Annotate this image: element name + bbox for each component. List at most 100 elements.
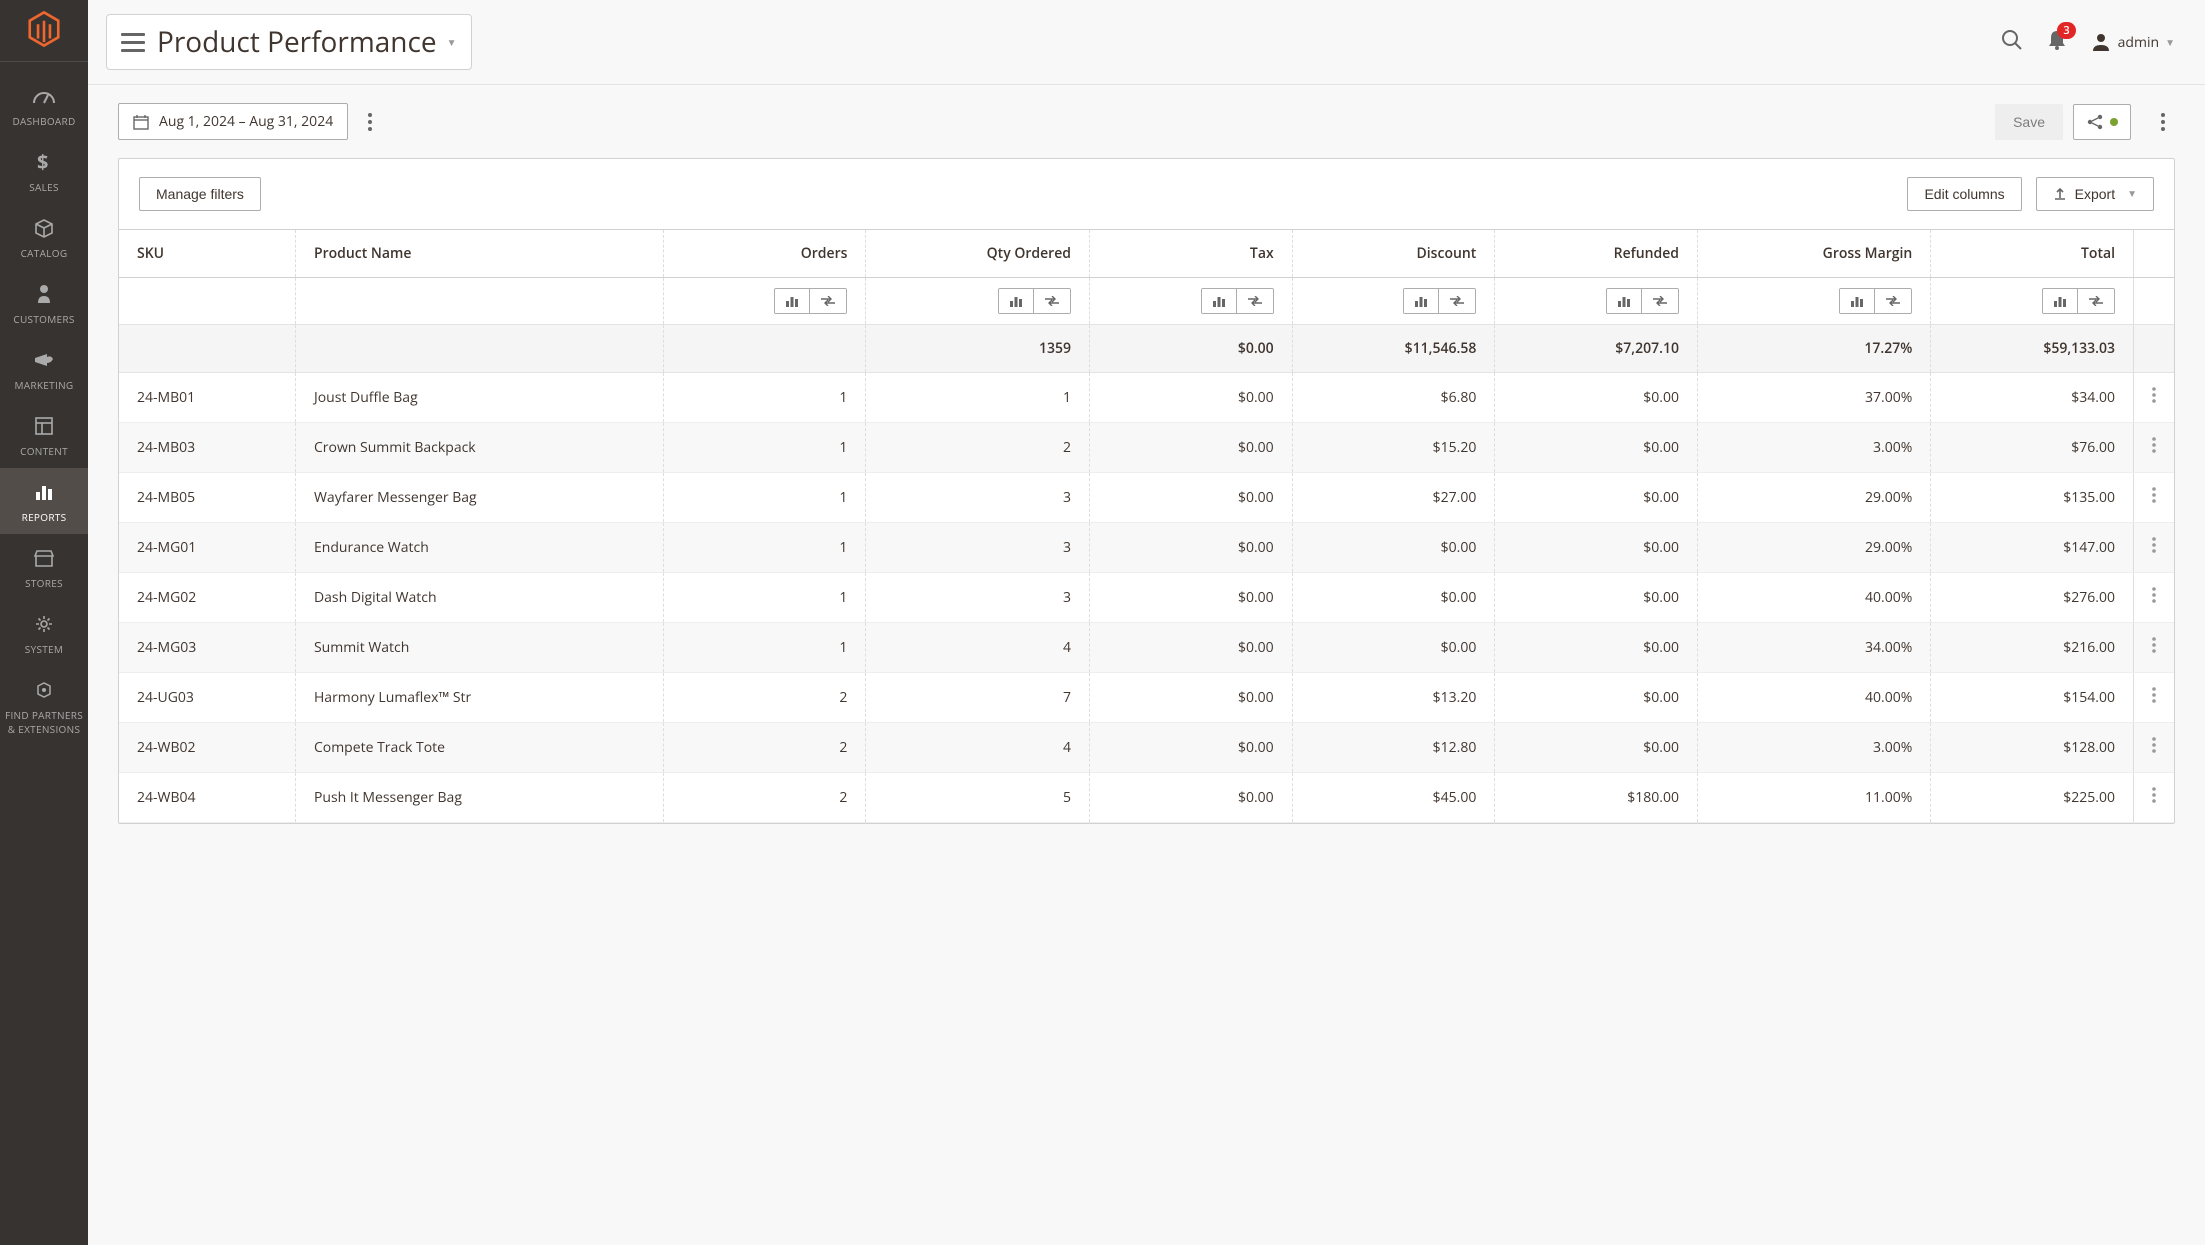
sidebar-item-sales[interactable]: $ SALES — [0, 138, 88, 204]
bar-chart-icon[interactable] — [2043, 289, 2077, 313]
row-kebab-icon[interactable] — [2152, 739, 2156, 758]
cell-tax: $0.00 — [1090, 423, 1293, 473]
bar-chart-icon[interactable] — [775, 289, 809, 313]
sidebar-item-catalog[interactable]: CATALOG — [0, 204, 88, 270]
cell-margin: 34.00% — [1697, 623, 1930, 673]
magento-logo[interactable] — [0, 12, 88, 62]
date-range-picker[interactable]: Aug 1, 2024 – Aug 31, 2024 — [118, 103, 348, 140]
cell-refunded: $0.00 — [1495, 623, 1698, 673]
cell-orders: 2 — [663, 673, 866, 723]
cell-tax: $0.00 — [1090, 673, 1293, 723]
col-name[interactable]: Product Name — [295, 230, 663, 278]
cell-margin: 29.00% — [1697, 473, 1930, 523]
cell-orders: 1 — [663, 623, 866, 673]
sidebar-item-system[interactable]: SYSTEM — [0, 600, 88, 666]
status-dot — [2110, 118, 2118, 126]
compare-icon[interactable] — [809, 289, 846, 313]
user-label: admin — [2118, 33, 2159, 52]
row-kebab-icon[interactable] — [2152, 589, 2156, 608]
sidebar-item-customers[interactable]: CUSTOMERS — [0, 270, 88, 336]
hamburger-icon[interactable] — [121, 30, 145, 54]
row-kebab-icon[interactable] — [2152, 489, 2156, 508]
kebab-icon[interactable] — [358, 107, 382, 137]
cell-sku: 24-MG03 — [119, 623, 295, 673]
cell-refunded: $0.00 — [1495, 723, 1698, 773]
cell-refunded: $0.00 — [1495, 673, 1698, 723]
chart-toggle[interactable] — [2042, 288, 2115, 314]
bar-chart-icon[interactable] — [1840, 289, 1874, 313]
col-margin[interactable]: Gross Margin — [1697, 230, 1930, 278]
bar-chart-icon[interactable] — [1404, 289, 1438, 313]
col-discount[interactable]: Discount — [1292, 230, 1495, 278]
user-menu[interactable]: admin ▼ — [2090, 31, 2175, 53]
cell-sku: 24-MB01 — [119, 373, 295, 423]
cell-discount: $6.80 — [1292, 373, 1495, 423]
sidebar-item-stores[interactable]: STORES — [0, 534, 88, 600]
cell-tax: $0.00 — [1090, 473, 1293, 523]
totals-qty: 1359 — [866, 325, 1090, 373]
cell-qty: 4 — [866, 723, 1090, 773]
bar-chart-icon[interactable] — [999, 289, 1033, 313]
chart-toggle[interactable] — [1606, 288, 1679, 314]
row-kebab-icon[interactable] — [2152, 689, 2156, 708]
page-title-dropdown[interactable]: Product Performance ▼ — [106, 14, 472, 70]
edit-columns-button[interactable]: Edit columns — [1907, 177, 2021, 211]
chevron-down-icon: ▼ — [2165, 35, 2175, 49]
cell-sku: 24-MB03 — [119, 423, 295, 473]
cell-total: $225.00 — [1931, 773, 2134, 823]
col-refunded[interactable]: Refunded — [1495, 230, 1698, 278]
compare-icon[interactable] — [1033, 289, 1070, 313]
cell-name: Crown Summit Backpack — [295, 423, 663, 473]
cell-total: $135.00 — [1931, 473, 2134, 523]
col-total[interactable]: Total — [1931, 230, 2134, 278]
cell-qty: 5 — [866, 773, 1090, 823]
col-sku[interactable]: SKU — [119, 230, 295, 278]
cell-discount: $12.80 — [1292, 723, 1495, 773]
sidebar-item-reports[interactable]: REPORTS — [0, 468, 88, 534]
export-button[interactable]: Export ▼ — [2036, 177, 2154, 211]
cell-refunded: $0.00 — [1495, 473, 1698, 523]
chevron-down-icon: ▼ — [447, 35, 457, 49]
notifications-badge: 3 — [2057, 22, 2075, 39]
cell-tax: $0.00 — [1090, 623, 1293, 673]
cell-orders: 2 — [663, 723, 866, 773]
chart-toggle[interactable] — [1201, 288, 1274, 314]
search-icon[interactable] — [2000, 28, 2024, 57]
sidebar-item-marketing[interactable]: MARKETING — [0, 336, 88, 402]
report-toolbar: Aug 1, 2024 – Aug 31, 2024 Save — [88, 85, 2205, 158]
share-button[interactable] — [2073, 104, 2131, 140]
cell-discount: $0.00 — [1292, 573, 1495, 623]
compare-icon[interactable] — [1438, 289, 1475, 313]
compare-icon[interactable] — [1236, 289, 1273, 313]
compare-icon[interactable] — [1874, 289, 1911, 313]
megaphone-icon — [4, 346, 84, 374]
chart-toggle[interactable] — [1839, 288, 1912, 314]
table-row: 24-MB05Wayfarer Messenger Bag13$0.00$27.… — [119, 473, 2174, 523]
row-kebab-icon[interactable] — [2152, 639, 2156, 658]
kebab-icon[interactable] — [2151, 107, 2175, 137]
col-qty[interactable]: Qty Ordered — [866, 230, 1090, 278]
report-table: SKU Product Name Orders Qty Ordered Tax … — [119, 229, 2174, 823]
save-button[interactable]: Save — [1995, 104, 2063, 140]
manage-filters-button[interactable]: Manage filters — [139, 177, 261, 211]
sidebar-item-dashboard[interactable]: DASHBOARD — [0, 72, 88, 138]
bar-chart-icon[interactable] — [1202, 289, 1236, 313]
row-kebab-icon[interactable] — [2152, 389, 2156, 408]
col-tax[interactable]: Tax — [1090, 230, 1293, 278]
compare-icon[interactable] — [2077, 289, 2114, 313]
row-kebab-icon[interactable] — [2152, 789, 2156, 808]
row-kebab-icon[interactable] — [2152, 439, 2156, 458]
row-kebab-icon[interactable] — [2152, 539, 2156, 558]
cell-sku: 24-MG02 — [119, 573, 295, 623]
notifications-icon[interactable]: 3 — [2046, 28, 2068, 57]
sidebar-item-content[interactable]: CONTENT — [0, 402, 88, 468]
chart-toggle[interactable] — [998, 288, 1071, 314]
chart-toggle[interactable] — [774, 288, 847, 314]
bar-chart-icon[interactable] — [1607, 289, 1641, 313]
cell-discount: $15.20 — [1292, 423, 1495, 473]
col-orders[interactable]: Orders — [663, 230, 866, 278]
compare-icon[interactable] — [1641, 289, 1678, 313]
cell-tax: $0.00 — [1090, 573, 1293, 623]
sidebar-item-partners[interactable]: FIND PARTNERS & EXTENSIONS — [0, 666, 88, 746]
chart-toggle[interactable] — [1403, 288, 1476, 314]
